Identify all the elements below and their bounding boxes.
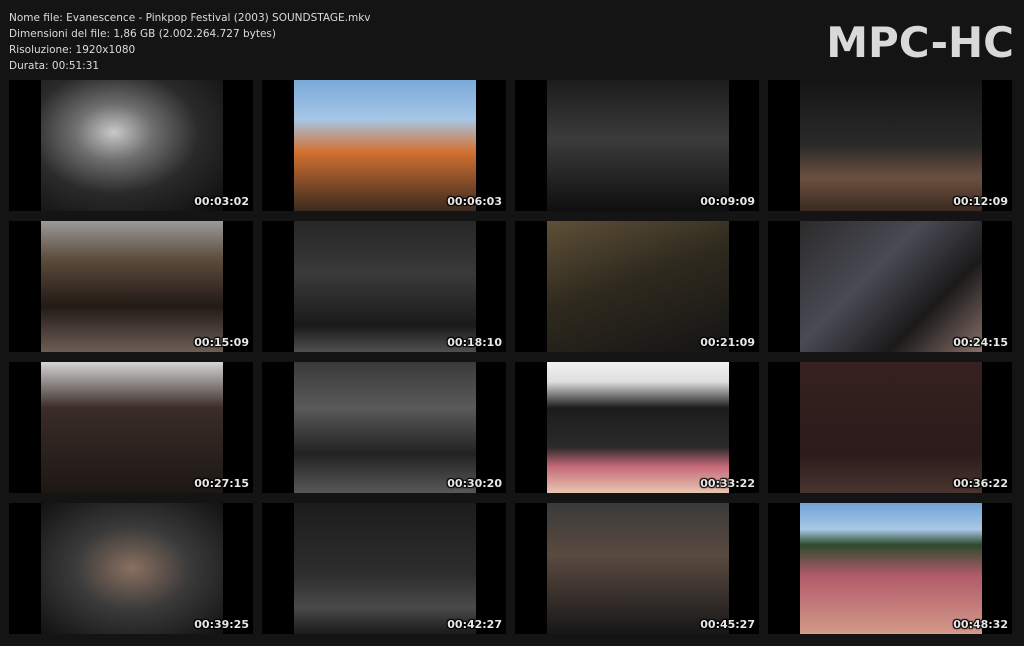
thumbnail-frame: [800, 503, 982, 634]
thumbnail: 00:15:09: [9, 221, 253, 352]
duration: Durata: 00:51:31: [9, 60, 100, 72]
thumbnail-frame: [547, 362, 729, 493]
thumbnail: 00:12:09: [768, 80, 1012, 211]
thumbnail: 00:24:15: [768, 221, 1012, 352]
thumbnail-frame: [41, 221, 223, 352]
thumbnail-frame: [800, 221, 982, 352]
thumbnail: 00:36:22: [768, 362, 1012, 493]
thumbnail: 00:03:02: [9, 80, 253, 211]
thumbnail-frame: [41, 503, 223, 634]
thumbnail-frame: [800, 80, 982, 211]
thumbnail-timestamp: 00:06:03: [447, 195, 502, 208]
thumbnail-frame: [294, 80, 476, 211]
thumbnail-frame: [800, 362, 982, 493]
file-name: Nome file: Evanescence - Pinkpop Festiva…: [9, 12, 371, 24]
thumbnail-timestamp: 00:21:09: [700, 336, 755, 349]
file-info: Nome file: Evanescence - Pinkpop Festiva…: [9, 10, 371, 74]
thumbnail-timestamp: 00:39:25: [194, 618, 249, 631]
thumbnail: 00:21:09: [515, 221, 759, 352]
file-size: Dimensioni del file: 1,86 GB (2.002.264.…: [9, 28, 276, 40]
thumbnail-frame: [547, 80, 729, 211]
thumbnail-timestamp: 00:18:10: [447, 336, 502, 349]
thumbnail: 00:42:27: [262, 503, 506, 634]
thumbnail-frame: [41, 80, 223, 211]
thumbnail-timestamp: 00:42:27: [447, 618, 502, 631]
thumbnail-frame: [294, 503, 476, 634]
thumbnail-timestamp: 00:36:22: [953, 477, 1008, 490]
thumbnail-timestamp: 00:12:09: [953, 195, 1008, 208]
thumbnail: 00:39:25: [9, 503, 253, 634]
thumbnail-frame: [547, 221, 729, 352]
thumbnail-timestamp: 00:03:02: [194, 195, 249, 208]
thumbnail: 00:27:15: [9, 362, 253, 493]
app-logo: MPC-HC: [826, 18, 1014, 67]
thumbnail: 00:48:32: [768, 503, 1012, 634]
resolution: Risoluzione: 1920x1080: [9, 44, 136, 56]
thumbnail-frame: [547, 503, 729, 634]
thumbnail-timestamp: 00:24:15: [953, 336, 1008, 349]
thumbnail-timestamp: 00:45:27: [700, 618, 755, 631]
thumbnail: 00:09:09: [515, 80, 759, 211]
thumbnail: 00:30:20: [262, 362, 506, 493]
thumbnail-timestamp: 00:33:22: [700, 477, 755, 490]
thumbnail-timestamp: 00:27:15: [194, 477, 249, 490]
header: Nome file: Evanescence - Pinkpop Festiva…: [0, 0, 1024, 78]
thumbnail: 00:45:27: [515, 503, 759, 634]
thumbnail-frame: [41, 362, 223, 493]
thumbnail-frame: [294, 362, 476, 493]
thumbnail: 00:33:22: [515, 362, 759, 493]
thumbnail: 00:18:10: [262, 221, 506, 352]
thumbnail-timestamp: 00:09:09: [700, 195, 755, 208]
thumbnail: 00:06:03: [262, 80, 506, 211]
thumbnail-timestamp: 00:48:32: [953, 618, 1008, 631]
thumbnail-timestamp: 00:30:20: [447, 477, 502, 490]
thumbnail-frame: [294, 221, 476, 352]
thumbnail-timestamp: 00:15:09: [194, 336, 249, 349]
